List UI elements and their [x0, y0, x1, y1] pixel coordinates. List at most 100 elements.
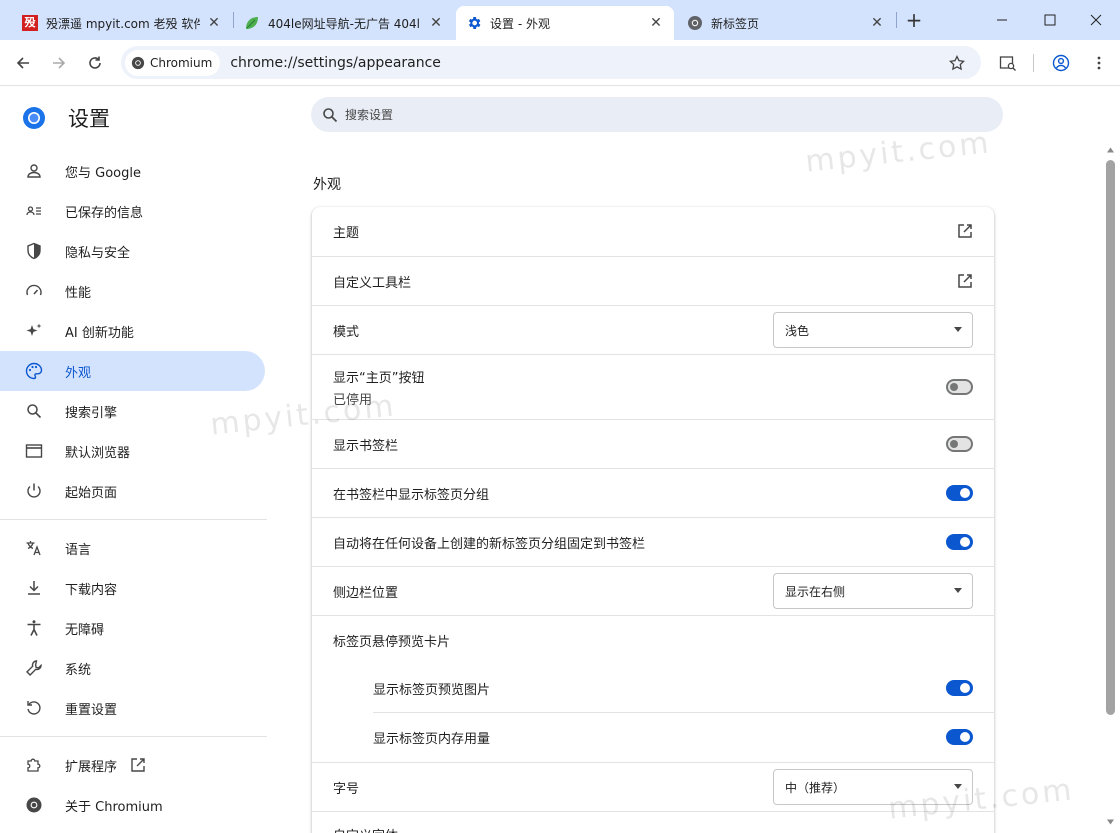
- wrench-icon: [24, 658, 44, 678]
- tab-search-icon: [999, 56, 1016, 71]
- puzzle-icon: [24, 755, 44, 775]
- sidebar-item-accessibility[interactable]: 无障碍: [0, 608, 265, 648]
- page-scrollbar[interactable]: [1106, 160, 1115, 715]
- sidebar-item-label: 下载内容: [65, 582, 118, 598]
- sidebar-item-you-and-google[interactable]: 您与 Google: [0, 151, 265, 191]
- sidebar-item-label: 扩展程序: [65, 759, 118, 775]
- sidebar-item-extensions[interactable]: 扩展程序: [0, 745, 265, 785]
- mode-select[interactable]: 浅色: [773, 312, 973, 348]
- chromium-logo-icon: [23, 107, 45, 129]
- close-icon[interactable]: ✕: [428, 15, 444, 31]
- side-panel-select[interactable]: 显示在右侧: [773, 573, 973, 609]
- new-tab-button[interactable]: +: [903, 8, 925, 32]
- sidebar-item-appearance[interactable]: 外观: [0, 351, 265, 391]
- toolbar: Chromium chrome://settings/appearance: [0, 40, 1120, 86]
- translate-icon: [24, 538, 44, 558]
- hover-preview-row[interactable]: 显示标签页预览图片: [312, 664, 994, 713]
- customize-toolbar-row[interactable]: 自定义工具栏: [312, 256, 994, 305]
- sidebar-item-languages[interactable]: 语言: [0, 528, 265, 568]
- bookmarks-bar-toggle[interactable]: [946, 436, 973, 452]
- hover-card-label: 标签页悬停预览卡片: [333, 634, 451, 650]
- hover-card-row: 标签页悬停预览卡片: [312, 615, 994, 664]
- home-button-label: 显示“主页”按钮: [333, 370, 425, 386]
- tab-title: 新标签页: [711, 16, 760, 31]
- font-size-value: 中（推荐）: [785, 780, 846, 795]
- dropdown-caret-icon: [954, 327, 962, 332]
- side-panel-value: 显示在右侧: [785, 584, 846, 599]
- sidebar-item-system[interactable]: 系统: [0, 648, 265, 688]
- minimize-button[interactable]: [979, 0, 1025, 40]
- maximize-button[interactable]: [1027, 0, 1073, 40]
- reload-button[interactable]: [80, 48, 110, 78]
- sidebar-item-reset[interactable]: 重置设置: [0, 688, 265, 728]
- close-icon[interactable]: ✕: [648, 15, 664, 31]
- bookmarks-bar-row[interactable]: 显示书签栏: [312, 419, 994, 468]
- search-input[interactable]: [345, 107, 945, 122]
- hover-memory-toggle[interactable]: [946, 729, 973, 745]
- sidebar-item-privacy[interactable]: 隐私与安全: [0, 231, 265, 271]
- sidebar-item-performance[interactable]: 性能: [0, 271, 265, 311]
- tab-404le[interactable]: 404le网址导航-无广告 404l ✕: [234, 6, 454, 40]
- back-button[interactable]: [8, 48, 38, 78]
- tab-search-button[interactable]: [993, 48, 1023, 78]
- tab-groups-toggle[interactable]: [946, 485, 973, 501]
- omnibox[interactable]: Chromium chrome://settings/appearance: [121, 46, 981, 79]
- tab-separator: [896, 12, 897, 28]
- search-icon: [323, 107, 338, 122]
- dropdown-caret-icon: [954, 588, 962, 593]
- home-button-row[interactable]: 显示“主页”按钮 已停用: [312, 354, 994, 419]
- tab-title: 设置 - 外观: [490, 16, 550, 31]
- sidebar-item-ai[interactable]: AI 创新功能: [0, 311, 265, 351]
- toggle-knob: [950, 383, 958, 391]
- toggle-knob: [960, 537, 970, 547]
- profile-button[interactable]: [1046, 48, 1076, 78]
- sidebar-item-startup[interactable]: 起始页面: [0, 471, 265, 511]
- pin-tab-groups-toggle[interactable]: [946, 534, 973, 550]
- sidebar-item-label: 起始页面: [65, 485, 118, 501]
- theme-row[interactable]: 主题: [312, 207, 994, 256]
- bookmark-star-icon[interactable]: [947, 53, 967, 73]
- tab-groups-row[interactable]: 在书签栏中显示标签页分组: [312, 468, 994, 517]
- forward-button[interactable]: [44, 48, 74, 78]
- account-circle-icon: [1052, 54, 1070, 72]
- close-icon[interactable]: ✕: [869, 15, 885, 31]
- palette-icon: [24, 361, 44, 381]
- sidebar-item-label: 重置设置: [65, 702, 118, 718]
- leaf-icon: [244, 15, 260, 31]
- scroll-down-arrow-icon[interactable]: [1106, 818, 1115, 826]
- more-vert-icon: [1097, 56, 1101, 70]
- hover-preview-toggle[interactable]: [946, 680, 973, 696]
- scroll-up-arrow-icon[interactable]: [1106, 146, 1115, 154]
- tab-settings[interactable]: 设置 - 外观 ✕: [456, 6, 674, 40]
- mode-value: 浅色: [785, 323, 810, 338]
- sidebar-item-label: 性能: [65, 285, 92, 301]
- download-icon: [24, 578, 44, 598]
- gear-icon: [466, 15, 482, 31]
- browser-window-icon: [24, 441, 44, 461]
- home-button-toggle[interactable]: [946, 379, 973, 395]
- chip-label: Chromium: [150, 55, 213, 70]
- sidebar-divider: [0, 519, 267, 520]
- settings-sidebar: 设置 您与 Google 已保存的信息 隐私与安全 性能 AI 创新功能 外观 …: [0, 87, 280, 833]
- tab-mpyit[interactable]: 殁 殁漂遥 mpyit.com 老殁 软件 ✕: [12, 6, 232, 40]
- sidebar-item-saved-info[interactable]: 已保存的信息: [0, 191, 265, 231]
- hover-memory-row[interactable]: 显示标签页内存用量: [312, 713, 994, 762]
- chromium-icon: [687, 15, 703, 31]
- settings-search[interactable]: [311, 97, 1003, 132]
- sidebar-item-downloads[interactable]: 下载内容: [0, 568, 265, 608]
- open-in-new-icon[interactable]: [956, 222, 974, 240]
- window-close-button[interactable]: [1073, 0, 1119, 40]
- url-text[interactable]: chrome://settings/appearance: [230, 55, 441, 71]
- sidebar-item-label: 外观: [65, 365, 92, 381]
- site-info-chip[interactable]: Chromium: [125, 49, 221, 76]
- arrow-left-icon: [16, 57, 29, 69]
- pin-tab-groups-row[interactable]: 自动将在任何设备上创建的新标签页分组固定到书签栏: [312, 517, 994, 566]
- favicon-text: 殁: [22, 15, 38, 31]
- sidebar-item-about[interactable]: 关于 Chromium: [0, 785, 265, 825]
- menu-button[interactable]: [1084, 48, 1114, 78]
- close-icon[interactable]: ✕: [206, 15, 222, 31]
- sidebar-item-label: 您与 Google: [65, 165, 141, 181]
- open-in-new-icon[interactable]: [956, 272, 974, 290]
- tab-newtab[interactable]: 新标签页 ✕: [677, 6, 895, 40]
- toggle-knob: [960, 488, 970, 498]
